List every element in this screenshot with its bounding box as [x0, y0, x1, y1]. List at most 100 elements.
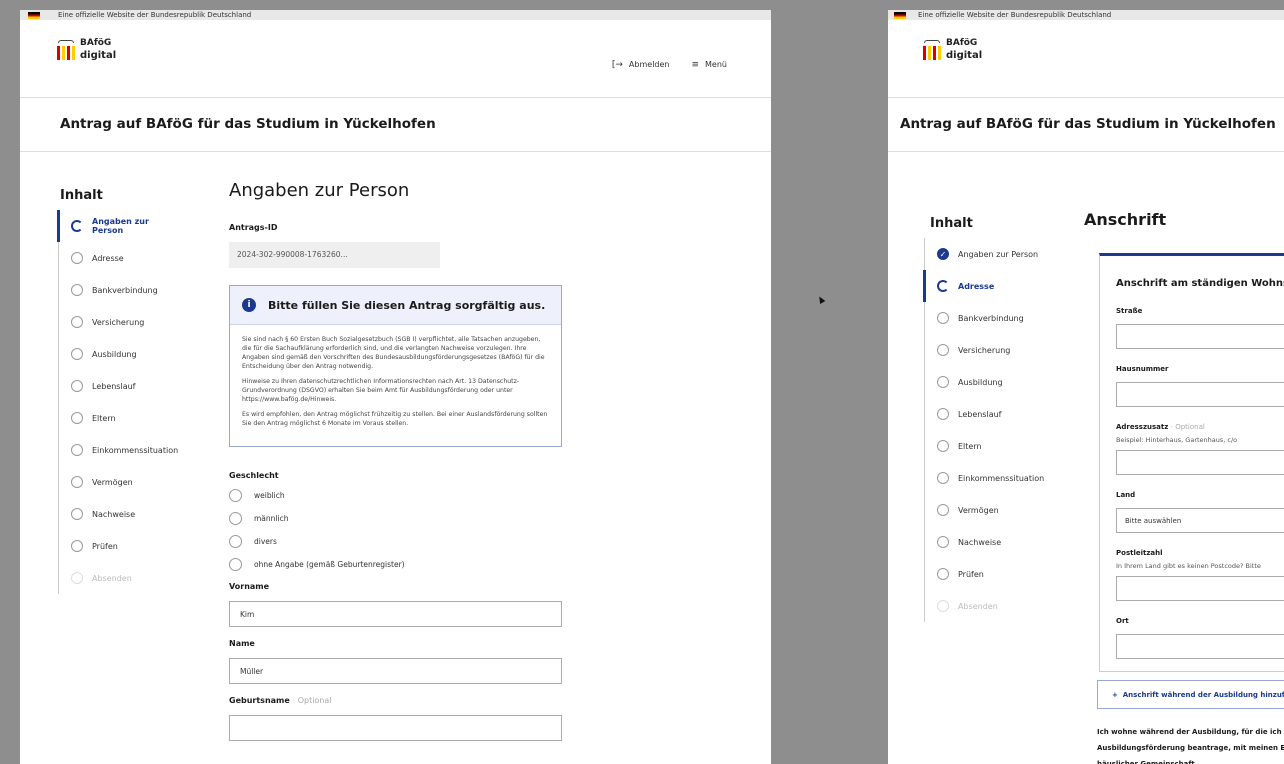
ort-input[interactable] — [1116, 634, 1284, 659]
nav-item-angaben[interactable]: Angaben zur Person — [57, 210, 178, 242]
radio-circle[interactable] — [229, 512, 242, 525]
nav-item-adresse[interactable]: Adresse — [923, 270, 1044, 302]
radio-label: divers — [254, 537, 277, 546]
geburtsname-input[interactable] — [229, 715, 562, 741]
alert-text-1: Sie sind nach § 60 Ersten Buch Sozialges… — [242, 336, 545, 370]
plz-input[interactable] — [1116, 576, 1284, 601]
nav-item-angaben[interactable]: ✓ Angaben zur Person — [925, 238, 1044, 270]
plz-hint: In Ihrem Land gibt es keinen Postcode? B… — [1116, 562, 1261, 570]
land-select[interactable]: Bitte auswählen — [1116, 508, 1284, 533]
radio-maennlich[interactable]: männlich — [229, 507, 569, 530]
address-card: Anschrift am ständigen Wohnsitz Straße H… — [1099, 253, 1284, 672]
nav-label: Einkommenssituation — [958, 473, 1045, 483]
radio-label: männlich — [254, 514, 289, 523]
adresszusatz-input[interactable] — [1116, 450, 1284, 475]
info-icon: i — [242, 298, 256, 312]
flag-icon — [28, 12, 40, 19]
nav-title: Inhalt — [60, 188, 103, 203]
step-icon — [937, 376, 949, 388]
plz-label: Postleitzahl — [1116, 549, 1163, 557]
nav-item-nachweise[interactable]: Nachweise — [925, 526, 1044, 558]
step-icon — [71, 412, 83, 424]
nav-label: Lebenslauf — [92, 381, 136, 391]
radio-circle[interactable] — [229, 489, 242, 502]
step-icon — [71, 380, 83, 392]
name-label: Name — [229, 639, 255, 648]
nav-label: Absenden — [92, 573, 132, 583]
radio-circle[interactable] — [229, 558, 242, 571]
nav-item-pruefen[interactable]: Prüfen — [59, 530, 178, 562]
section-heading: Angaben zur Person — [229, 180, 410, 201]
nav-item-nachweise[interactable]: Nachweise — [59, 498, 178, 530]
bafoeg-logo[interactable]: BAföG digital — [56, 36, 136, 66]
step-icon — [71, 540, 83, 552]
strasse-input[interactable] — [1116, 324, 1284, 349]
step-icon — [71, 348, 83, 360]
radio-weiblich[interactable]: weiblich — [229, 484, 569, 507]
question-line: Ausbildungsförderung beantrage, mit mein… — [1097, 744, 1284, 752]
nav-item-bank[interactable]: Bankverbindung — [59, 274, 178, 306]
menu-button[interactable]: ≡ Menü — [691, 60, 727, 70]
adresszusatz-label: Adresszusatz · Optional — [1116, 423, 1284, 431]
nav-item-lebenslauf[interactable]: Lebenslauf — [59, 370, 178, 402]
nav-label: Ausbildung — [92, 349, 137, 359]
step-icon — [71, 476, 83, 488]
nav-label: Angaben zur Person — [958, 249, 1039, 259]
nav-item-versicherung[interactable]: Versicherung — [925, 334, 1044, 366]
logout-button[interactable]: [→ Abmelden — [612, 60, 670, 70]
nav-item-bank[interactable]: Bankverbindung — [925, 302, 1044, 334]
logout-label: Abmelden — [628, 60, 670, 69]
hausnummer-input[interactable] — [1116, 382, 1284, 407]
mouse-cursor-icon — [816, 294, 826, 305]
step-icon — [937, 504, 949, 516]
living-situation-question: Ich wohne während der Ausbildung, für di… — [1097, 724, 1284, 764]
nav-item-adresse[interactable]: Adresse — [59, 242, 178, 274]
info-alert: i Bitte füllen Sie diesen Antrag sorgfält… — [229, 285, 562, 447]
hamburger-icon: ≡ — [691, 60, 700, 70]
alert-text-3: Es wird empfohlen, den Antrag möglichst … — [242, 411, 548, 427]
page-title: Antrag auf BAföG für das Studium in Yück… — [60, 116, 436, 132]
nav-label: Prüfen — [92, 541, 118, 551]
nav-item-pruefen[interactable]: Prüfen — [925, 558, 1044, 590]
step-icon — [937, 408, 949, 420]
vorname-input[interactable]: Kim — [229, 601, 562, 627]
section-heading: Anschrift — [1084, 210, 1167, 229]
nav-label: Absenden — [958, 601, 998, 611]
nav-item-vermoegen[interactable]: Vermögen — [925, 494, 1044, 526]
nav-label: Ausbildung — [958, 377, 1003, 387]
nav-item-einkommen[interactable]: Einkommenssituation — [59, 434, 178, 466]
nav-item-absenden: Absenden — [925, 590, 1044, 622]
bafoeg-logo[interactable]: BAföG digital — [922, 36, 1002, 66]
nav-label: Lebenslauf — [958, 409, 1002, 419]
ort-label: Ort — [1116, 617, 1129, 625]
nav-item-eltern[interactable]: Eltern — [59, 402, 178, 434]
radio-divers[interactable]: divers — [229, 530, 569, 553]
nav-item-ausbildung[interactable]: Ausbildung — [925, 366, 1044, 398]
step-icon — [937, 312, 949, 324]
nav-item-absenden: Absenden — [59, 562, 178, 594]
nav-label: Prüfen — [958, 569, 984, 579]
logo-line1: BAföG — [80, 38, 112, 48]
nav-item-versicherung[interactable]: Versicherung — [59, 306, 178, 338]
nav-item-eltern[interactable]: Eltern — [925, 430, 1044, 462]
step-icon — [937, 568, 949, 580]
add-training-address-button[interactable]: + Anschrift während der Ausbildung hinzu… — [1097, 680, 1284, 709]
antrags-id-value: 2024-302-990008-1763260... — [229, 242, 440, 268]
site-header: BAföG digital — [888, 20, 1284, 98]
question-line: Ich wohne während der Ausbildung, für di… — [1097, 728, 1282, 736]
nav-item-lebenslauf[interactable]: Lebenslauf — [925, 398, 1044, 430]
step-icon — [71, 508, 83, 520]
nav-item-einkommen[interactable]: Einkommenssituation — [925, 462, 1044, 494]
card-title: Anschrift am ständigen Wohnsitz — [1116, 278, 1284, 289]
radio-ohne-angabe[interactable]: ohne Angabe (gemäß Geburtenregister) — [229, 553, 569, 576]
optional-tag: · Optional — [1170, 423, 1205, 431]
nav-item-vermoegen[interactable]: Vermögen — [59, 466, 178, 498]
step-nav: ✓ Angaben zur Person Adresse Bankverbindu… — [923, 238, 1044, 622]
step-icon — [71, 284, 83, 296]
geburtsname-text: Geburtsname — [229, 696, 290, 705]
name-input[interactable]: Müller — [229, 658, 562, 684]
nav-item-ausbildung[interactable]: Ausbildung — [59, 338, 178, 370]
form-main: Anschrift — [1084, 210, 1284, 253]
radio-circle[interactable] — [229, 535, 242, 548]
step-nav: Angaben zur Person Adresse Bankverbindun… — [57, 210, 178, 594]
